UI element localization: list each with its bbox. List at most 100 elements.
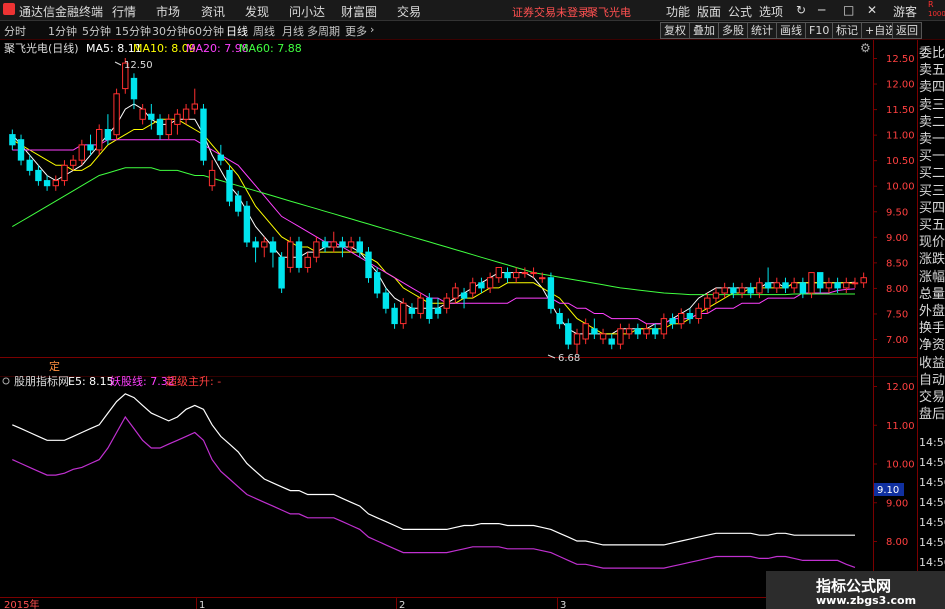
menu-caifuquan[interactable]: 财富圈 bbox=[341, 3, 377, 20]
panel-label: 涨幅 bbox=[919, 269, 945, 285]
candle-body bbox=[287, 241, 294, 268]
y-tick bbox=[873, 211, 877, 213]
btn-fanhui[interactable]: 返回 bbox=[892, 22, 922, 39]
period-daily[interactable]: 日线 bbox=[226, 23, 248, 39]
login-notice[interactable]: 证券交易未登录 bbox=[512, 4, 589, 20]
period-5min[interactable]: 5分钟 bbox=[82, 23, 111, 39]
menu-gongneng[interactable]: 功能 bbox=[666, 3, 690, 20]
minimize-icon[interactable]: ─ bbox=[818, 3, 825, 17]
y-tick bbox=[873, 541, 877, 542]
menu-shichang[interactable]: 市场 bbox=[156, 3, 180, 20]
btn-tongji[interactable]: 统计 bbox=[747, 22, 777, 39]
btn-huaxian[interactable]: 画线 bbox=[776, 22, 806, 39]
close-icon[interactable]: ✕ bbox=[867, 3, 877, 17]
period-60min[interactable]: 60分钟 bbox=[188, 23, 224, 39]
candle-body bbox=[261, 241, 268, 248]
user-guest[interactable]: 游客 bbox=[893, 3, 917, 20]
candle-body bbox=[730, 287, 737, 294]
period-30min[interactable]: 30分钟 bbox=[152, 23, 188, 39]
candle-body bbox=[712, 292, 720, 299]
period-15min[interactable]: 15分钟 bbox=[115, 23, 151, 39]
ma-line-ma60 bbox=[12, 167, 855, 296]
btn-biaoji[interactable]: 标记 bbox=[832, 22, 862, 39]
menu-wenxiaoda[interactable]: 问小达 bbox=[289, 3, 325, 20]
candle-body bbox=[695, 307, 702, 319]
candle-body bbox=[478, 282, 485, 289]
panel-label: 卖五 bbox=[919, 63, 945, 79]
period-more[interactable]: 更多 bbox=[345, 23, 367, 39]
panel-label: 盘后 bbox=[919, 407, 945, 423]
candle-body bbox=[452, 287, 459, 299]
candle-body bbox=[87, 144, 94, 151]
watermark-banner: 指标公式网 www.zbgs3.com bbox=[766, 571, 945, 609]
menu-bar: 通达信金融终端 行情 市场 资讯 发现 问小达 财富圈 交易 证券交易未登录 聚… bbox=[0, 0, 945, 21]
legend-chaoji: 超级主升: - bbox=[166, 374, 221, 388]
y-tick bbox=[873, 463, 877, 465]
y-tick bbox=[873, 262, 877, 264]
menu-gongshi[interactable]: 公式 bbox=[728, 3, 752, 20]
y-tick-label: 10.00 bbox=[886, 182, 915, 193]
period-fenshi[interactable]: 分时 bbox=[4, 23, 26, 39]
candle-body bbox=[504, 272, 511, 279]
chevron-right-icon[interactable]: › bbox=[370, 23, 374, 36]
panel-label: 卖一 bbox=[919, 132, 945, 147]
period-1min[interactable]: 1分钟 bbox=[48, 23, 77, 39]
panel-label: 总量 bbox=[919, 286, 945, 302]
candle-body bbox=[764, 282, 772, 289]
candle-body bbox=[843, 282, 850, 289]
period-monthly[interactable]: 月线 bbox=[282, 23, 304, 39]
candle-body bbox=[26, 159, 33, 171]
panel-label: 卖四 bbox=[919, 80, 945, 96]
y-tick-label: 7.00 bbox=[886, 335, 908, 346]
btn-diejia[interactable]: 叠加 bbox=[689, 22, 719, 39]
candle-body bbox=[591, 328, 598, 335]
candle-body bbox=[539, 277, 546, 280]
candle-body bbox=[226, 169, 233, 202]
x-tick-3 bbox=[557, 597, 558, 609]
y-tick bbox=[873, 502, 877, 504]
candle-body bbox=[582, 323, 589, 340]
menu-faxian[interactable]: 发现 bbox=[245, 3, 269, 20]
panel-time: 14:56 bbox=[919, 556, 945, 569]
menu-xuanxiang[interactable]: 选项 bbox=[759, 3, 783, 20]
candle-body bbox=[104, 129, 112, 141]
candle-body bbox=[321, 241, 329, 248]
period-toolbar: 分时 1分钟 5分钟 15分钟 30分钟 60分钟 日线 周线 月线 多周期 更… bbox=[0, 21, 945, 40]
ma-line-ma5 bbox=[11, 103, 856, 335]
refresh-icon[interactable]: ↻ bbox=[796, 3, 806, 17]
candle-body bbox=[148, 113, 155, 120]
menu-banmian[interactable]: 版面 bbox=[697, 3, 721, 20]
candle-body bbox=[139, 108, 146, 120]
candle-body bbox=[217, 154, 225, 161]
y-tick-label: 12.00 bbox=[886, 382, 915, 393]
candle-body bbox=[573, 333, 581, 345]
x-label-1: 1 bbox=[199, 600, 205, 609]
maximize-icon[interactable]: □ bbox=[843, 3, 854, 17]
candle-body bbox=[756, 282, 763, 294]
period-weekly[interactable]: 周线 bbox=[253, 23, 275, 39]
candle-body bbox=[617, 328, 624, 345]
menu-hangqing[interactable]: 行情 bbox=[112, 3, 136, 20]
candle-body bbox=[96, 129, 103, 151]
btn-duogu[interactable]: 多股 bbox=[718, 22, 748, 39]
menu-jiaoyi[interactable]: 交易 bbox=[397, 3, 421, 20]
candle-body bbox=[391, 307, 398, 325]
period-multi[interactable]: 多周期 bbox=[307, 23, 340, 39]
candle-body bbox=[851, 282, 859, 285]
chart-area[interactable]: 聚飞光电(日线) MA5: 8.11 MA10: 8.09 MA20: 7.98… bbox=[0, 40, 917, 609]
menu-zixun[interactable]: 资讯 bbox=[201, 3, 225, 20]
candle-body bbox=[599, 333, 607, 340]
candle-body bbox=[808, 272, 815, 294]
app-logo-icon bbox=[3, 3, 15, 15]
candle-body bbox=[365, 251, 372, 279]
panel-time: 14:56 bbox=[919, 436, 945, 449]
settings-gear-icon[interactable]: ⚙ bbox=[860, 41, 871, 55]
candle-body bbox=[773, 282, 780, 289]
ma-line-ma10 bbox=[12, 118, 856, 335]
x-label-3: 3 bbox=[560, 600, 566, 609]
y-tick bbox=[873, 109, 877, 111]
btn-f10[interactable]: F10 bbox=[805, 22, 834, 39]
btn-fuquan[interactable]: 复权 bbox=[660, 22, 690, 39]
candle-body bbox=[652, 328, 659, 335]
main-legend-title: 聚飞光电(日线) bbox=[4, 41, 79, 55]
